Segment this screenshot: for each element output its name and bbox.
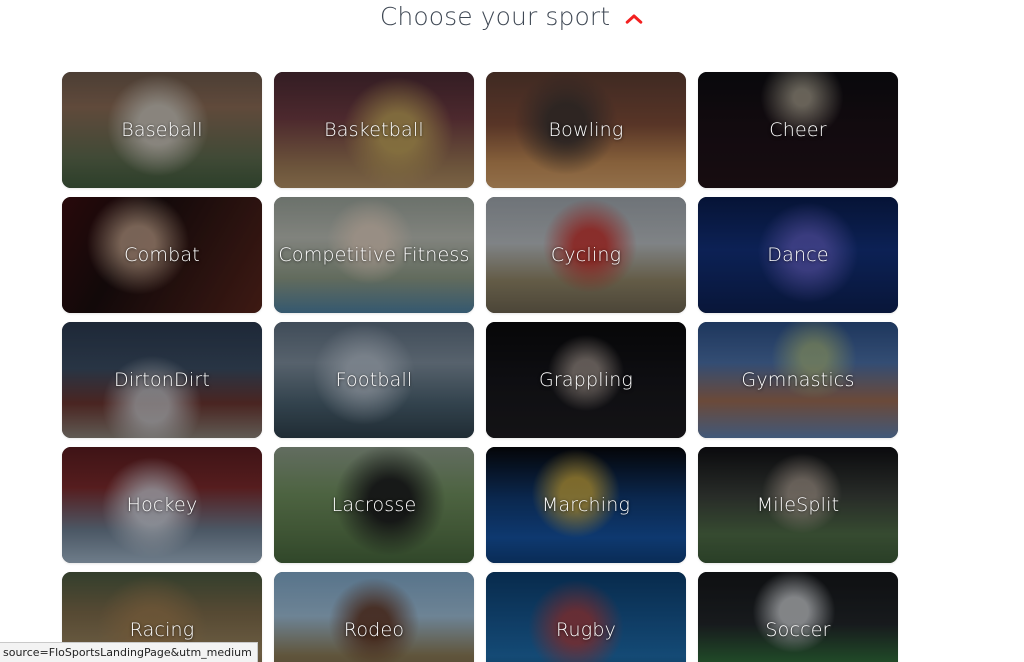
sport-card-rugby[interactable]: Rugby	[486, 572, 686, 662]
sport-card-soccer[interactable]: Soccer	[698, 572, 898, 662]
sport-card-label: Soccer	[765, 619, 831, 641]
card-scrim	[698, 572, 898, 662]
sport-card-football[interactable]: Football	[274, 322, 474, 438]
sport-card-label: MileSplit	[756, 494, 840, 516]
sport-card-label: Basketball	[324, 119, 424, 141]
sport-card-baseball[interactable]: Baseball	[62, 72, 262, 188]
sport-card-label: Combat	[124, 244, 200, 266]
sport-grid: Baseball Basketball Bowling Cheer Combat Comp…	[62, 72, 898, 662]
sport-card-marching[interactable]: Marching	[486, 447, 686, 563]
sport-card-label: Hockey	[126, 494, 198, 516]
sport-card-combat[interactable]: Combat	[62, 197, 262, 313]
sport-card-label: Cheer	[769, 119, 827, 141]
sport-card-milesplit[interactable]: MileSplit	[698, 447, 898, 563]
sport-card-label: Grappling	[538, 369, 634, 391]
sport-chooser-page: Choose your sport Baseball Basketball Bowl…	[0, 0, 1024, 662]
sport-card-rodeo[interactable]: Rodeo	[274, 572, 474, 662]
sport-card-label: DirtonDirt	[113, 369, 210, 391]
sport-card-label: Gymnastics	[741, 369, 855, 391]
sport-card-label: Cycling	[550, 244, 622, 266]
sport-card-basketball[interactable]: Basketball	[274, 72, 474, 188]
sport-card-label: Dance	[767, 244, 829, 266]
sport-card-lacrosse[interactable]: Lacrosse	[274, 447, 474, 563]
page-header: Choose your sport	[0, 0, 1024, 56]
sport-card-label: Lacrosse	[331, 494, 417, 516]
sport-card-bowling[interactable]: Bowling	[486, 72, 686, 188]
sport-card-label: Bowling	[548, 119, 624, 141]
sport-card-label: Marching	[541, 494, 631, 516]
card-scrim	[486, 572, 686, 662]
sport-card-hockey[interactable]: Hockey	[62, 447, 262, 563]
page-header-inner: Choose your sport	[380, 2, 644, 32]
sport-card-cheer[interactable]: Cheer	[698, 72, 898, 188]
sport-card-cycling[interactable]: Cycling	[486, 197, 686, 313]
card-scrim	[274, 572, 474, 662]
status-bar: source=FloSportsLandingPage&utm_medium=R…	[0, 642, 258, 662]
sport-card-grappling[interactable]: Grappling	[486, 322, 686, 438]
sport-card-label: Rugby	[555, 619, 617, 641]
chevron-up-icon[interactable]	[624, 9, 644, 29]
status-bar-url: source=FloSportsLandingPage&utm_medium=R…	[3, 645, 253, 659]
sport-card-label: Baseball	[121, 119, 203, 141]
sport-card-label: Competitive Fitness	[278, 244, 470, 266]
sport-card-dance[interactable]: Dance	[698, 197, 898, 313]
sport-card-label: Rodeo	[343, 619, 405, 641]
page-title: Choose your sport	[379, 2, 611, 31]
sport-card-label: Football	[335, 369, 413, 391]
sport-card-gymnastics[interactable]: Gymnastics	[698, 322, 898, 438]
sport-card-dirtondirt[interactable]: DirtonDirt	[62, 322, 262, 438]
sport-card-label: Racing	[129, 619, 195, 641]
sport-card-competitive-fitness[interactable]: Competitive Fitness	[274, 197, 474, 313]
